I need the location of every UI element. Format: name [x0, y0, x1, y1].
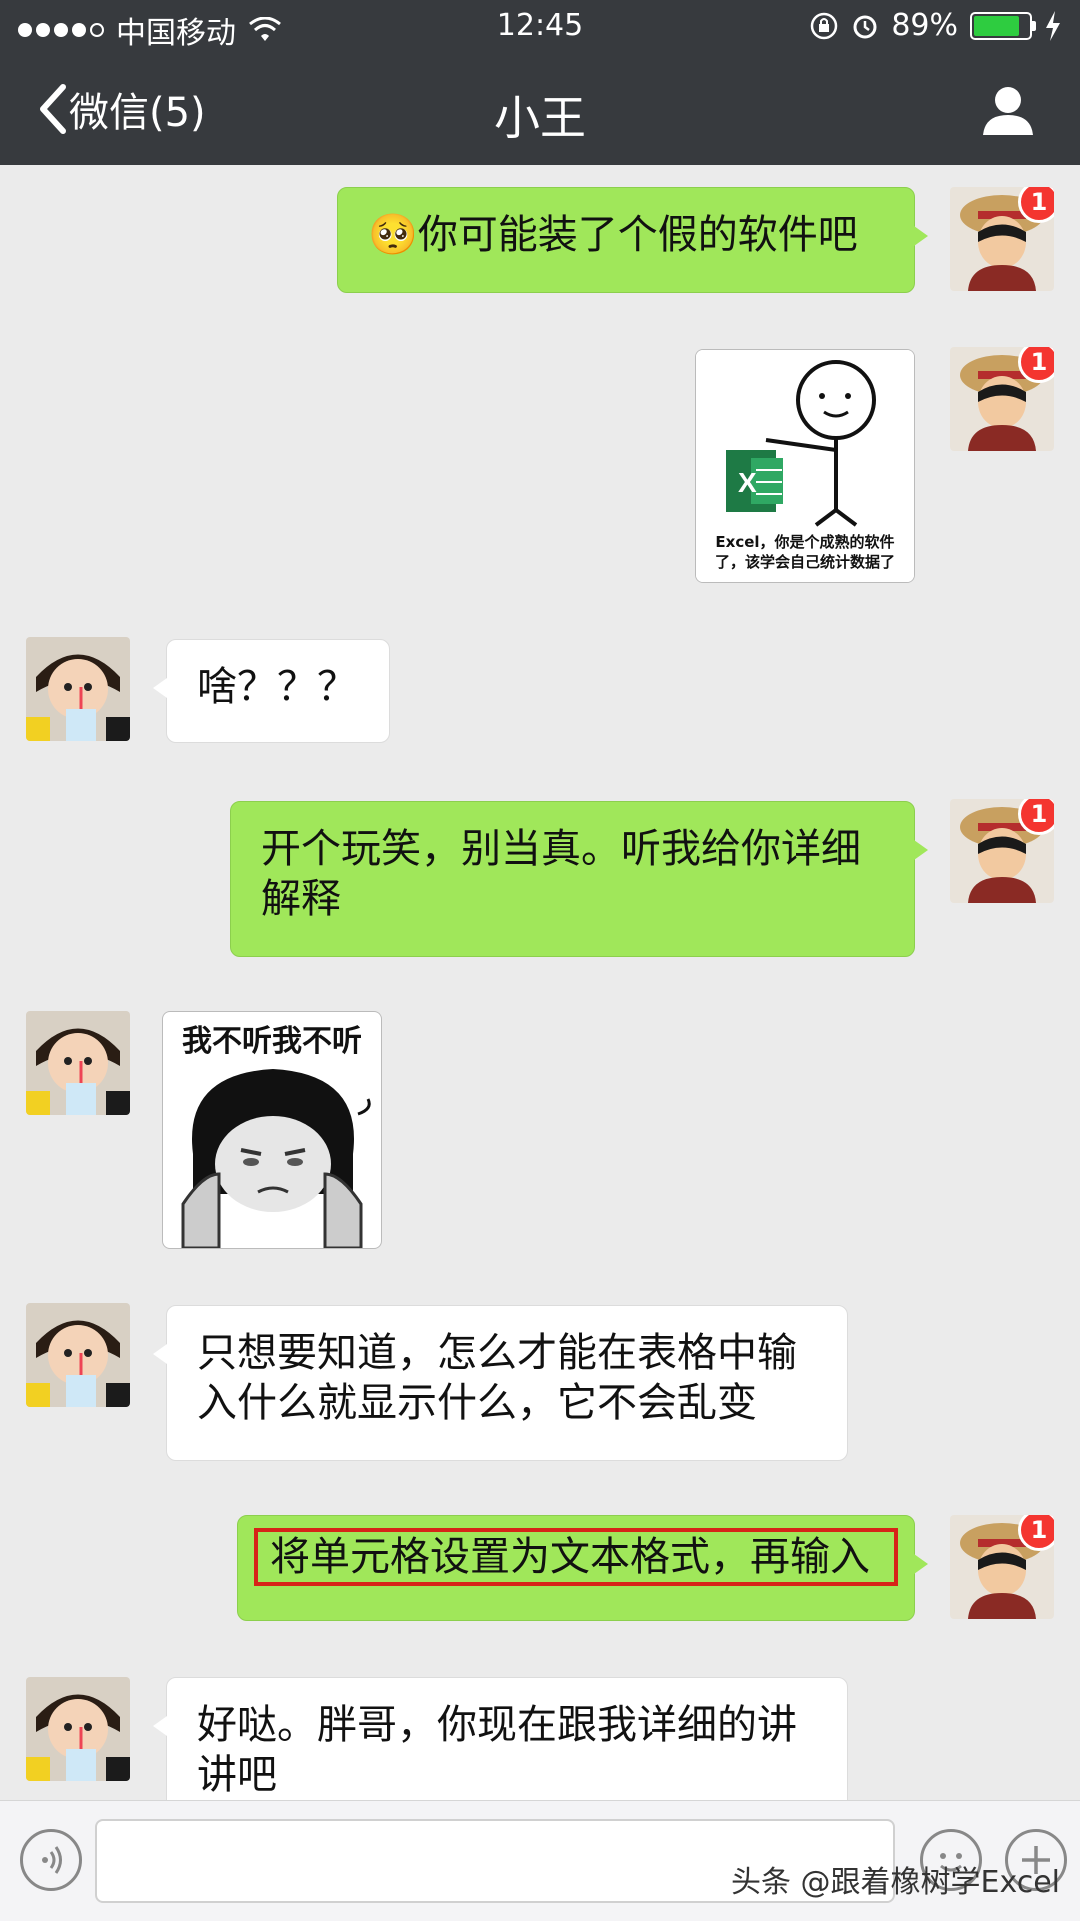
avatar[interactable] [26, 637, 130, 741]
message-bubble[interactable]: 🥺你可能装了个假的软件吧 [337, 187, 928, 293]
battery-icon [970, 11, 1036, 40]
message-text: 好哒。胖哥，你现在跟我详细的讲讲吧 [197, 1702, 797, 1798]
profile-icon[interactable] [981, 83, 1035, 137]
message-bubble[interactable]: 开个玩笑，别当真。听我给你详细解释 [230, 801, 928, 957]
chat-screen: 中国移动 12:45 89% 微信(5) 小王 1 🥺你可能装了个假的软件吧 1… [0, 0, 1080, 1921]
child-avatar-image [26, 1677, 130, 1781]
meme-sticker[interactable]: 我不听我不听 [162, 1011, 382, 1249]
message-text: 你可能装了个假的软件吧 [417, 212, 858, 258]
nav-bar: 微信(5) 小王 [0, 55, 1080, 165]
alarm-icon [853, 15, 877, 38]
voice-icon [42, 1846, 62, 1874]
child-avatar-image [26, 1303, 130, 1407]
avatar[interactable]: 1 [950, 799, 1054, 903]
orientation-lock-icon [811, 12, 838, 39]
input-bar: 头条 @跟着橡树学Excel [0, 1800, 1080, 1921]
message-text: 开个玩笑，别当真。听我给你详细解释 [261, 826, 861, 922]
svg-text:X: X [738, 467, 757, 498]
child-avatar-image [26, 637, 130, 741]
message-bubble[interactable]: 只想要知道，怎么才能在表格中输入什么就显示什么，它不会乱变 [153, 1305, 848, 1461]
avatar[interactable]: 1 [950, 1515, 1054, 1619]
charging-icon [1046, 10, 1060, 41]
excel-sticker[interactable]: X Excel，你是个成熟的软件了，该学会自己统计数据了 [695, 349, 915, 583]
message-text: 将单元格设置为文本格式，再输入 [270, 1534, 870, 1580]
avatar[interactable]: 1 [950, 187, 1054, 291]
message-bubble[interactable]: 好哒。胖哥，你现在跟我详细的讲讲吧 [153, 1677, 848, 1800]
highlight-box: 将单元格设置为文本格式，再输入 [254, 1528, 898, 1586]
meme-face-image [181, 1069, 371, 1248]
watermark: 头条 @跟着橡树学Excel [730, 1865, 1060, 1900]
message-bubble[interactable]: 啥？？？ [153, 639, 390, 743]
battery-percent: 89% [891, 8, 958, 43]
voice-button[interactable] [20, 1829, 82, 1891]
status-right: 89% [809, 8, 1062, 43]
child-avatar-image [26, 1011, 130, 1115]
avatar[interactable] [26, 1677, 130, 1781]
chat-title: 小王 [494, 91, 586, 145]
sticker-caption: Excel，你是个成熟的软件了，该学会自己统计数据了 [714, 533, 895, 571]
message-list[interactable]: 1 🥺你可能装了个假的软件吧 1 X Excel，你是个成熟的软件了，该学会自己… [0, 165, 1080, 1800]
message-text: 啥？？？ [197, 664, 357, 710]
avatar[interactable] [26, 1303, 130, 1407]
avatar[interactable]: 1 [950, 347, 1054, 451]
emoji-icon: 🥺 [368, 212, 418, 258]
status-bar: 中国移动 12:45 89% [0, 0, 1080, 55]
message-text: 只想要知道，怎么才能在表格中输入什么就显示什么，它不会乱变 [197, 1330, 797, 1426]
battery-fill [974, 15, 1019, 36]
message-bubble[interactable]: 将单元格设置为文本格式，再输入 [237, 1515, 928, 1621]
avatar[interactable] [26, 1011, 130, 1115]
